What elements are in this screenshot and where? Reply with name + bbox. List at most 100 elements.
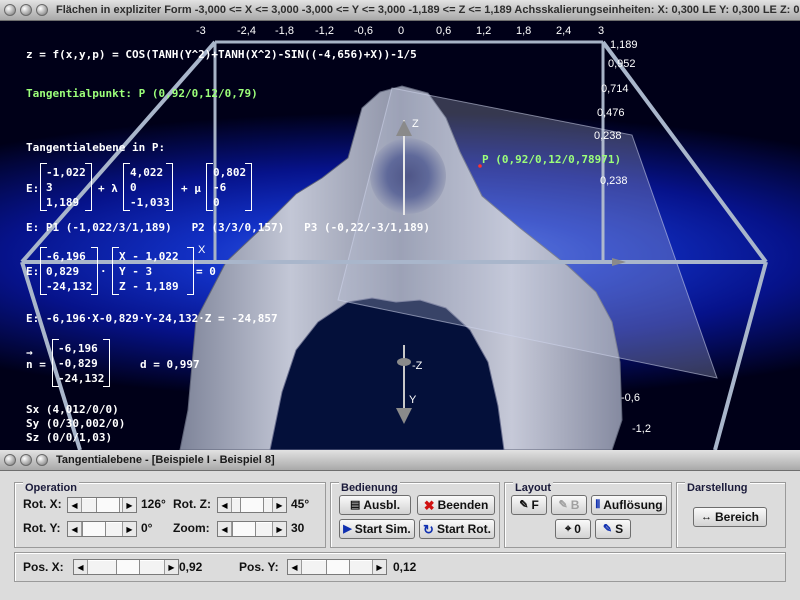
point-vector-x: X - 1,022 — [119, 250, 179, 263]
position-group: Pos. X: ◀ ▶ 0,92 Pos. Y: ◀ ▶ 0,12 — [14, 552, 786, 582]
start-rot-button[interactable]: ↻ Start Rot. — [419, 519, 495, 539]
bracket-left — [123, 163, 130, 211]
bereich-button[interactable]: ↔ Bereich — [693, 507, 767, 527]
beenden-button[interactable]: ✖ Beenden — [417, 495, 495, 515]
zoom-label: Zoom: — [173, 521, 210, 535]
rot-x-value: 126° — [141, 497, 166, 511]
scroll-thumb[interactable] — [82, 522, 106, 536]
scroll-right-icon[interactable]: ▶ — [122, 522, 136, 536]
group-title: Layout — [513, 482, 554, 494]
normal-z: -24,132 — [58, 372, 105, 385]
pos-x-scrollbar[interactable]: ◀ ▶ — [73, 559, 179, 575]
intercept-sy: Sy (0/30,002/0) — [26, 417, 126, 430]
control-panel: Tangentialebene - [Beispiele I - Beispie… — [0, 450, 800, 600]
normal-y: -0,829 — [58, 357, 98, 370]
scroll-right-icon[interactable]: ▶ — [164, 560, 178, 574]
vector-2-y: 0 — [130, 181, 137, 194]
rotate-icon: ↻ — [423, 521, 434, 537]
title-bar-3d[interactable]: Flächen in expliziter Form -3,000 <= X <… — [0, 0, 800, 21]
rot-x-label: Rot. X: — [23, 497, 62, 511]
scroll-left-icon[interactable]: ◀ — [74, 560, 88, 574]
x-tick: 0,6 — [436, 25, 452, 37]
normal-vector-x: -6,196 — [46, 250, 86, 263]
equals-zero: = 0 — [196, 265, 216, 278]
paint-icon: ✎ — [602, 522, 613, 535]
bracket-right — [103, 339, 110, 387]
window-close-icon[interactable] — [4, 4, 16, 16]
scroll-thumb[interactable] — [116, 560, 140, 574]
window-minimize-icon[interactable] — [20, 454, 32, 466]
scroll-left-icon[interactable]: ◀ — [218, 498, 232, 512]
point-vector-z: Z - 1,189 — [119, 280, 179, 293]
window-minimize-icon[interactable] — [20, 4, 32, 16]
plot-3d-view[interactable]: -3 -2,4 -1,8 -1,2 -0,6 0 0,6 1,2 1,8 2,4… — [0, 0, 800, 450]
app-window: -3 -2,4 -1,8 -1,2 -0,6 0 0,6 1,2 1,8 2,4… — [0, 0, 800, 600]
zoom-scrollbar[interactable]: ◀ ▶ — [217, 521, 287, 537]
x-tick: -1,8 — [275, 25, 294, 37]
shading-button[interactable]: ✎ S — [595, 519, 631, 539]
rot-z-label: Rot. Z: — [173, 497, 211, 511]
point-vector-y: Y - 3 — [119, 265, 153, 278]
rot-y-scrollbar[interactable]: ◀ ▶ — [67, 521, 137, 537]
bracket-right — [245, 163, 252, 211]
plane-param-label: E: — [26, 182, 40, 195]
pos-x-label: Pos. X: — [23, 560, 64, 574]
distance-text: d = 0,997 — [140, 358, 200, 371]
window-close-icon[interactable] — [4, 454, 16, 466]
normal-vector-z: -24,132 — [46, 280, 93, 293]
scroll-right-icon[interactable]: ▶ — [272, 498, 286, 512]
pos-y-scrollbar[interactable]: ◀ ▶ — [287, 559, 387, 575]
rot-x-scrollbar[interactable]: ◀ ▶ — [67, 497, 137, 513]
z-tick: 1,189 — [610, 39, 638, 51]
bracket-right — [187, 247, 194, 295]
y-tick: -0,6 — [621, 392, 640, 404]
x-tick: 3 — [598, 25, 605, 37]
start-sim-button[interactable]: ▶ Start Sim. — [339, 519, 415, 539]
scroll-left-icon[interactable]: ◀ — [68, 498, 82, 512]
bracket-right — [91, 247, 98, 295]
font-button[interactable]: ✎ F — [511, 495, 547, 515]
close-x-icon: ✖ — [423, 497, 435, 513]
x-tick: 1,2 — [476, 25, 492, 37]
rot-y-value: 0° — [141, 521, 153, 535]
paint-bucket-icon: ✎ — [558, 498, 568, 511]
scroll-thumb[interactable] — [240, 498, 264, 512]
vector-3-z: 0 — [213, 196, 220, 209]
scroll-right-icon[interactable]: ▶ — [372, 560, 386, 574]
window-title: Tangentialebene - [Beispiele I - Beispie… — [56, 454, 275, 466]
x-tick: 0 — [398, 25, 405, 37]
pos-y-label: Pos. Y: — [239, 560, 279, 574]
bracket-right — [85, 163, 92, 211]
group-title: Darstellung — [685, 482, 750, 494]
z-tick: 0,238 — [594, 130, 622, 142]
window-maximize-icon[interactable] — [36, 454, 48, 466]
scroll-thumb[interactable] — [326, 560, 350, 574]
z-tick: 0,714 — [601, 83, 629, 95]
neg-z-axis-label: -Z — [412, 360, 423, 372]
bracket-left — [206, 163, 213, 211]
points-line: E: P1 (-1,022/3/1,189) P2 (3/3/0,157) P3… — [26, 221, 430, 234]
scroll-right-icon[interactable]: ▶ — [272, 522, 286, 536]
y-tick: -1,2 — [632, 423, 651, 435]
point-p-label: P (0,92/0,12/0,78971) — [482, 153, 622, 166]
scroll-right-icon[interactable]: ▶ — [122, 498, 136, 512]
scroll-left-icon[interactable]: ◀ — [288, 560, 302, 574]
range-icon: ↔ — [700, 510, 712, 523]
scroll-thumb[interactable] — [232, 522, 256, 536]
scroll-left-icon[interactable]: ◀ — [68, 522, 82, 536]
function-text: z = f(x,y,p) = COS(TANH(Y^2)+TANH(X^2)-S… — [26, 48, 417, 61]
scroll-left-icon[interactable]: ◀ — [218, 522, 232, 536]
background-button[interactable]: ✎ B — [551, 495, 587, 515]
normal-form-label: E: — [26, 265, 40, 278]
z-tick: 0,238 — [600, 175, 628, 187]
vector-2-x: 4,022 — [130, 166, 164, 179]
title-bar-control[interactable]: Tangentialebene - [Beispiele I - Beispie… — [0, 450, 800, 471]
operation-group: Operation Rot. X: ◀ ▶ 126° Rot. Z: ◀ ▶ 4… — [14, 482, 326, 548]
scroll-thumb[interactable] — [96, 498, 120, 512]
aufloesung-button[interactable]: ⦀ Auflösung — [591, 495, 667, 515]
origin-button[interactable]: ⌖ 0 — [555, 519, 591, 539]
ausblenden-button[interactable]: ▤ Ausbl. — [339, 495, 411, 515]
rot-z-scrollbar[interactable]: ◀ ▶ — [217, 497, 287, 513]
x-tick: 2,4 — [556, 25, 572, 37]
window-maximize-icon[interactable] — [36, 4, 48, 16]
